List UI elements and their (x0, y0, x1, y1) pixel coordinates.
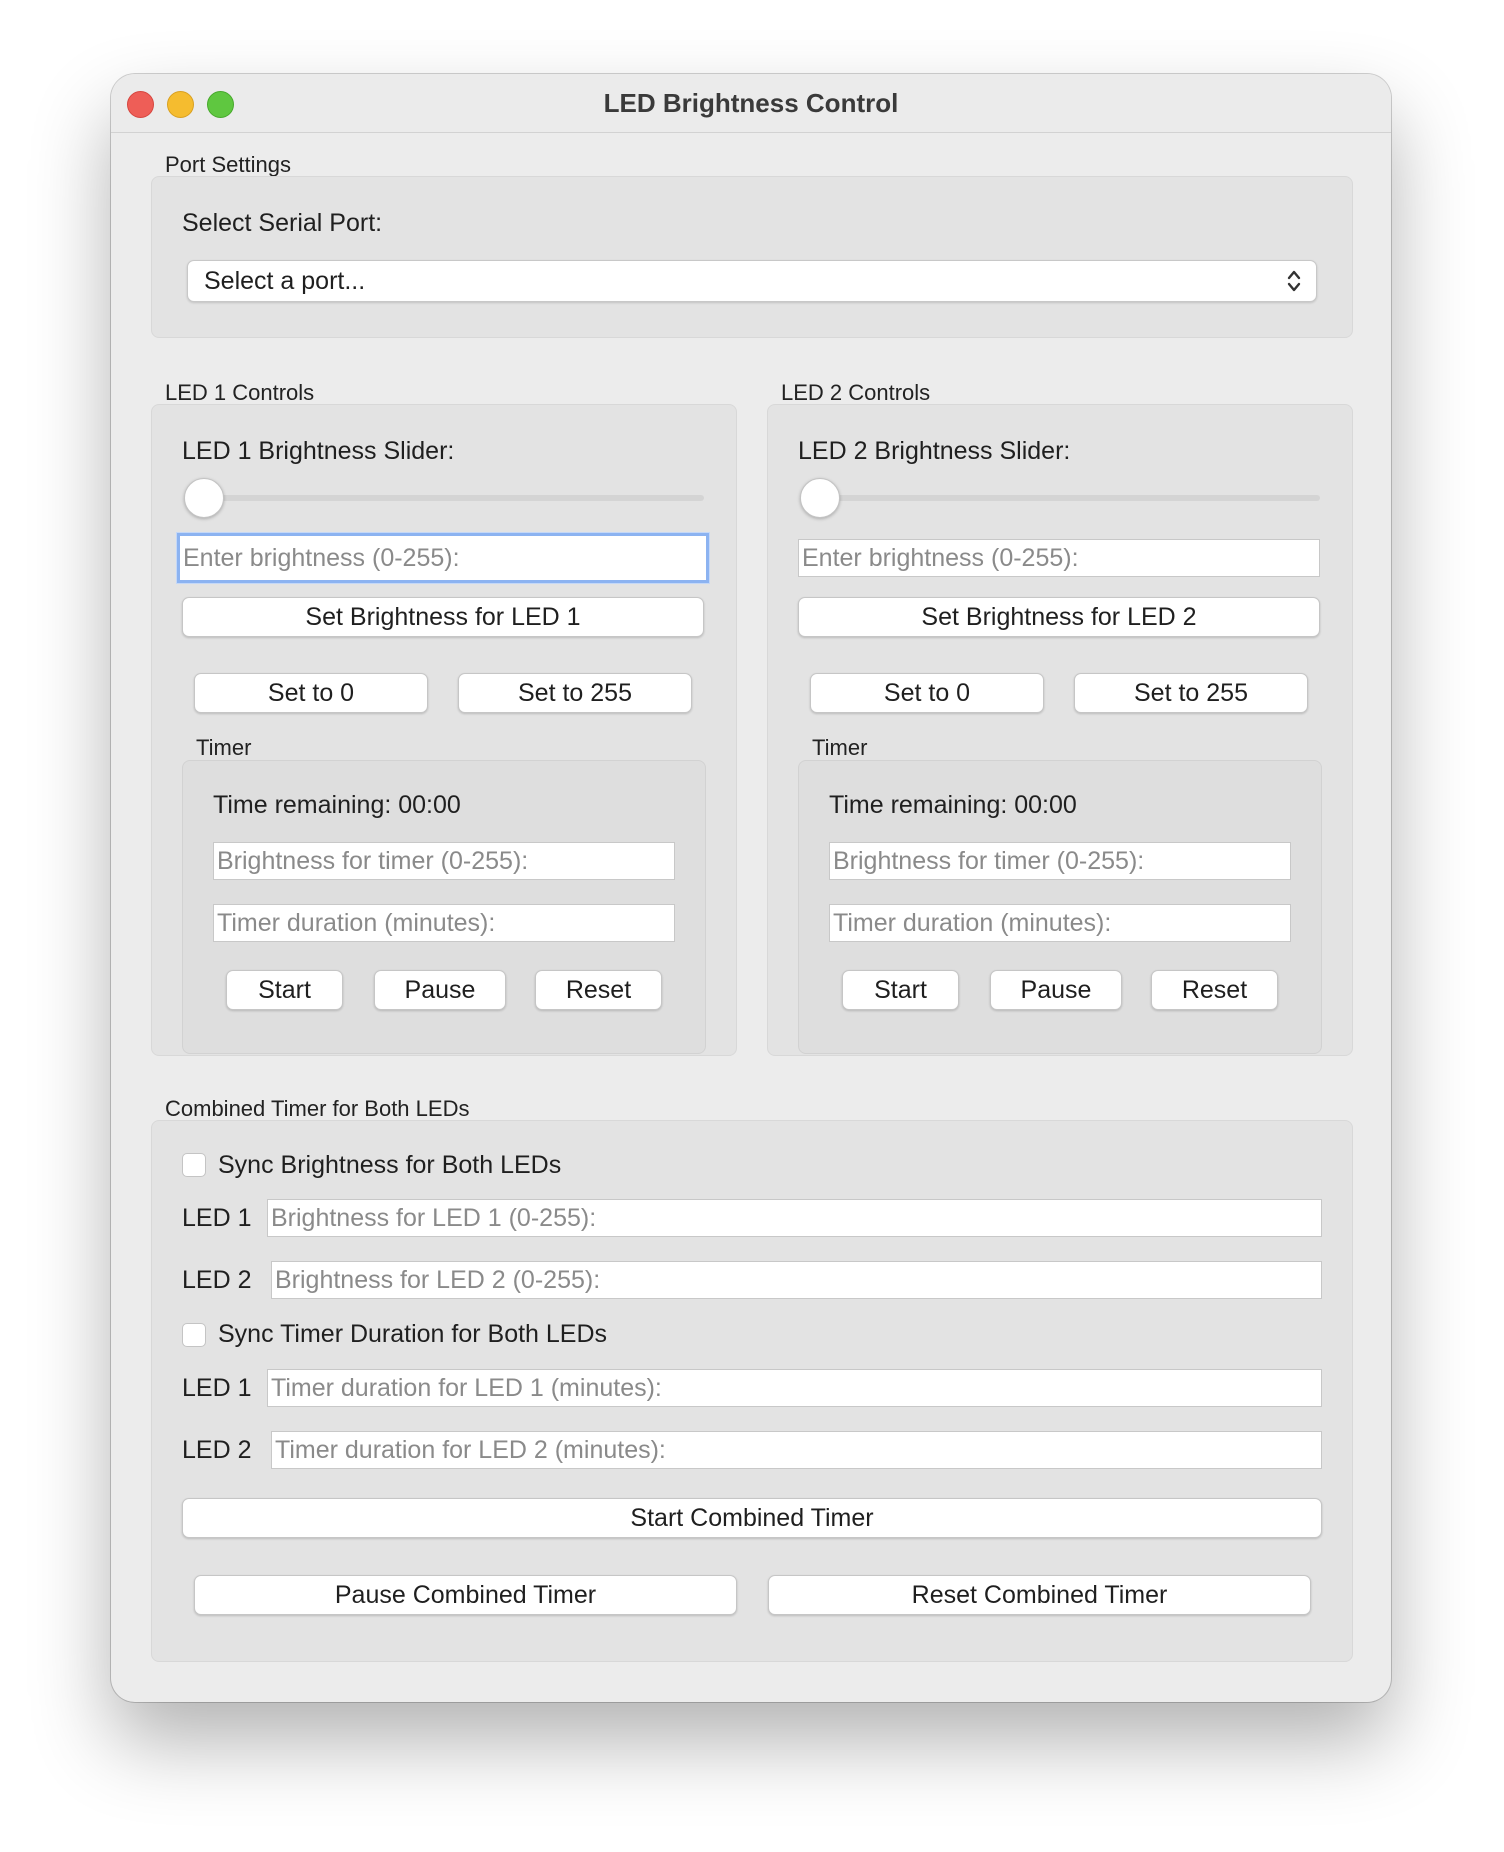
led1-set-to-0-button[interactable]: Set to 0 (194, 673, 428, 713)
led2-timer-duration-input[interactable]: Timer duration (minutes): (829, 904, 1291, 942)
led2-controls-group: LED 2 Brightness Slider: Enter brightnes… (767, 404, 1353, 1056)
serial-port-label: Select Serial Port: (182, 209, 383, 237)
led1-group-label: LED 1 Controls (165, 380, 315, 405)
led2-group-label: LED 2 Controls (781, 380, 931, 405)
chevron-up-down-icon (1287, 270, 1301, 292)
led1-brightness-input[interactable]: Enter brightness (0-255): (177, 533, 709, 583)
combined-led1-brightness-input[interactable]: Brightness for LED 1 (0-255): (267, 1199, 1322, 1237)
led1-timer-reset-button[interactable]: Reset (535, 970, 662, 1010)
led2-slider-knob[interactable] (800, 478, 840, 518)
port-settings-group-label: Port Settings (165, 152, 291, 177)
led2-set-brightness-button[interactable]: Set Brightness for LED 2 (798, 597, 1320, 637)
sync-brightness-checkbox[interactable] (182, 1153, 206, 1177)
led2-timer-label: Timer (812, 735, 868, 760)
led1-time-remaining: Time remaining: 00:00 (213, 791, 461, 819)
combined-led1-duration-label: LED 1 (182, 1374, 252, 1402)
led1-set-to-255-button[interactable]: Set to 255 (458, 673, 692, 713)
combined-led2-brightness-label: LED 2 (182, 1266, 252, 1294)
led1-timer-brightness-input[interactable]: Brightness for timer (0-255): (213, 842, 675, 880)
led1-slider-knob[interactable] (184, 478, 224, 518)
sync-duration-checkbox[interactable] (182, 1323, 206, 1347)
led2-timer-start-button[interactable]: Start (842, 970, 959, 1010)
led1-timer-duration-input[interactable]: Timer duration (minutes): (213, 904, 675, 942)
led1-timer-label: Timer (196, 735, 252, 760)
combined-led1-duration-input[interactable]: Timer duration for LED 1 (minutes): (267, 1369, 1322, 1407)
led1-slider-track[interactable] (186, 495, 704, 501)
led1-controls-group: LED 1 Brightness Slider: Enter brightnes… (151, 404, 737, 1056)
combined-led2-duration-label: LED 2 (182, 1436, 252, 1464)
led2-time-remaining: Time remaining: 00:00 (829, 791, 1077, 819)
port-settings-group: Select Serial Port: Select a port... (151, 176, 1353, 338)
led2-set-to-255-button[interactable]: Set to 255 (1074, 673, 1308, 713)
led1-timer-pause-button[interactable]: Pause (374, 970, 506, 1010)
led2-brightness-input[interactable]: Enter brightness (0-255): (798, 539, 1320, 577)
sync-brightness-label: Sync Brightness for Both LEDs (218, 1151, 562, 1179)
start-combined-timer-button[interactable]: Start Combined Timer (182, 1498, 1322, 1538)
title-bar: LED Brightness Control (111, 74, 1391, 133)
pause-combined-timer-button[interactable]: Pause Combined Timer (194, 1575, 737, 1615)
led1-timer-start-button[interactable]: Start (226, 970, 343, 1010)
led1-timer-group: Time remaining: 00:00 Brightness for tim… (182, 760, 706, 1054)
combined-led2-duration-input[interactable]: Timer duration for LED 2 (minutes): (271, 1431, 1322, 1469)
combined-timer-group: Sync Brightness for Both LEDs LED 1 Brig… (151, 1120, 1353, 1662)
led2-set-to-0-button[interactable]: Set to 0 (810, 673, 1044, 713)
led1-slider-label: LED 1 Brightness Slider: (182, 437, 455, 465)
combined-led2-brightness-input[interactable]: Brightness for LED 2 (0-255): (271, 1261, 1322, 1299)
window-title: LED Brightness Control (603, 88, 899, 118)
led2-timer-group: Time remaining: 00:00 Brightness for tim… (798, 760, 1322, 1054)
serial-port-select[interactable]: Select a port... (187, 260, 1317, 302)
led2-timer-pause-button[interactable]: Pause (990, 970, 1122, 1010)
led2-slider-track[interactable] (802, 495, 1320, 501)
sync-duration-label: Sync Timer Duration for Both LEDs (218, 1320, 608, 1348)
led1-set-brightness-button[interactable]: Set Brightness for LED 1 (182, 597, 704, 637)
serial-port-select-value: Select a port... (204, 267, 366, 295)
combined-group-label: Combined Timer for Both LEDs (165, 1096, 470, 1121)
led2-timer-brightness-input[interactable]: Brightness for timer (0-255): (829, 842, 1291, 880)
led2-slider-label: LED 2 Brightness Slider: (798, 437, 1071, 465)
led2-timer-reset-button[interactable]: Reset (1151, 970, 1278, 1010)
app-window: LED Brightness Control Port Settings Sel… (111, 74, 1391, 1702)
combined-led1-brightness-label: LED 1 (182, 1204, 252, 1232)
reset-combined-timer-button[interactable]: Reset Combined Timer (768, 1575, 1311, 1615)
